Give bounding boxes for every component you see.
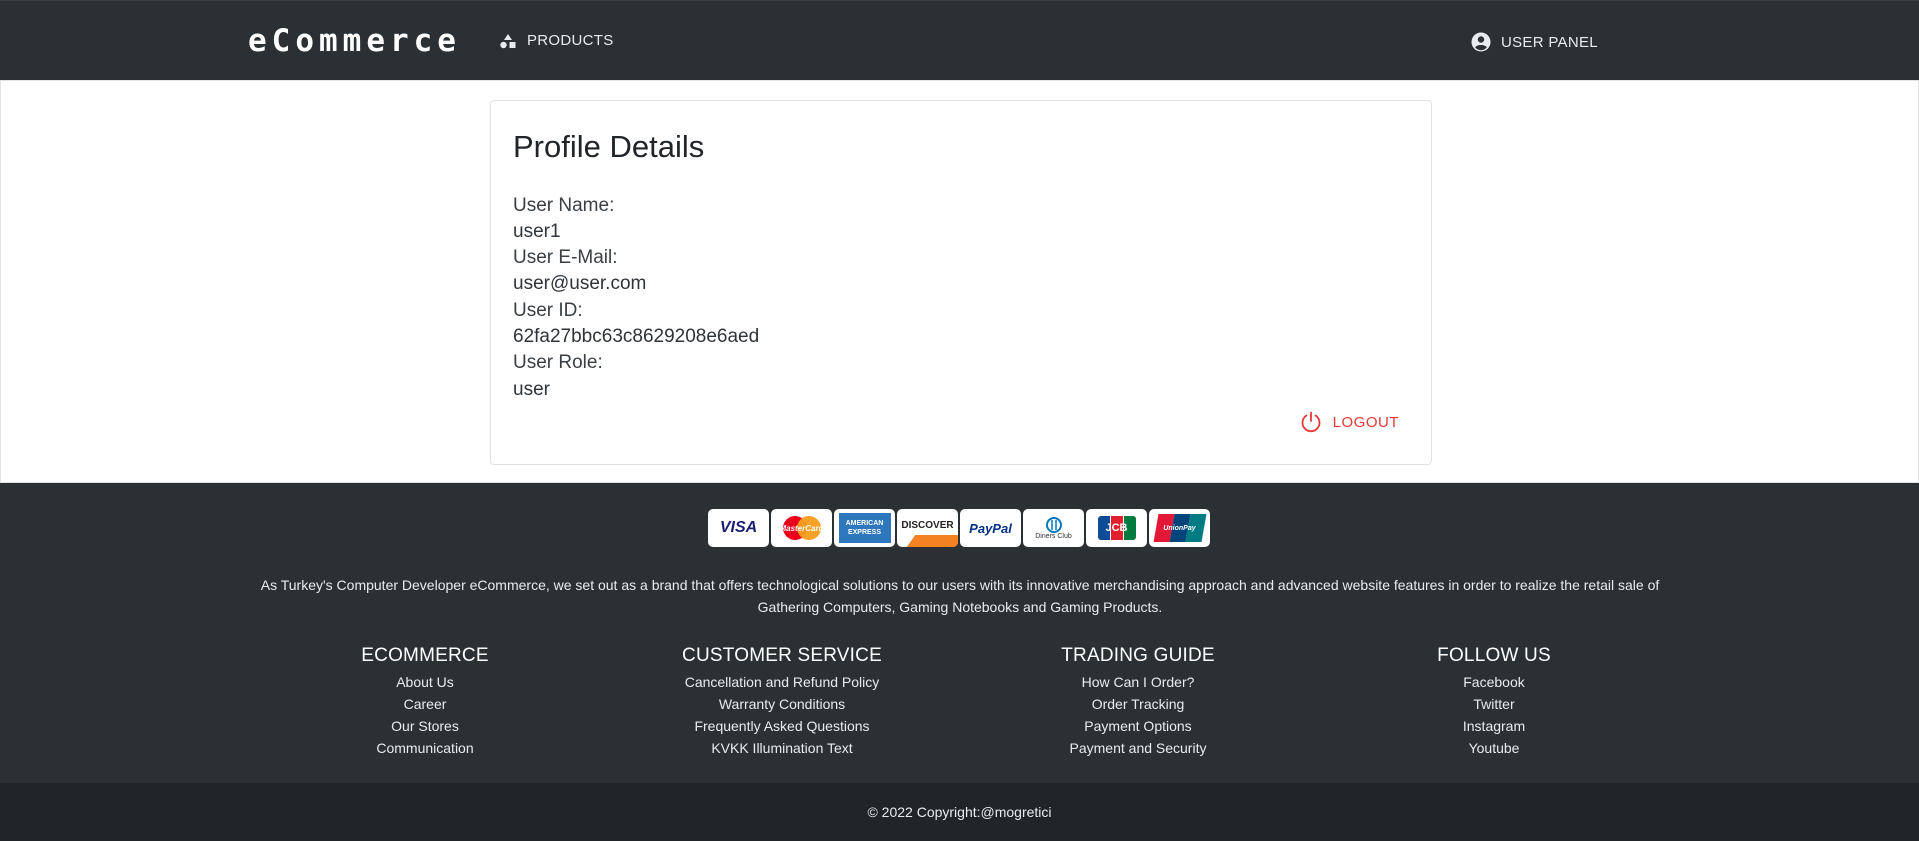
footer-link-instagram[interactable]: Instagram (1364, 715, 1624, 737)
footer-link-faq[interactable]: Frequently Asked Questions (652, 715, 912, 737)
footer-link-facebook[interactable]: Facebook (1364, 671, 1624, 693)
copyright-text: © 2022 Copyright:@mogretici (867, 804, 1052, 820)
footer-link-how-to-order[interactable]: How Can I Order? (1008, 671, 1268, 693)
unionpay-icon: UnionPay (1149, 509, 1210, 547)
shapes-icon (500, 33, 516, 48)
discover-icon: DISCOVER (897, 509, 958, 547)
role-label: User Role: (513, 352, 603, 373)
user-id-value: 62fa27bbc63c8629208e6aed (513, 326, 760, 347)
nav-products-link[interactable]: PRODUCTS (499, 32, 614, 49)
email-label: User E-Mail: (513, 247, 618, 268)
amex-icon: AMERICAN EXPRESS (834, 509, 895, 547)
footer-link-kvkk[interactable]: KVKK Illumination Text (652, 737, 912, 759)
username-label: User Name: (513, 195, 615, 216)
copyright-bar: © 2022 Copyright:@mogretici (0, 783, 1919, 841)
footer-link-career[interactable]: Career (295, 693, 555, 715)
footer-col-title: FOLLOW US (1437, 645, 1551, 666)
footer-col-ecommerce: ECOMMERCE About Us Career Our Stores Com… (295, 645, 555, 759)
account-circle-icon (1471, 32, 1491, 52)
page-title: Profile Details (513, 129, 705, 164)
power-icon (1301, 411, 1321, 433)
nav-user-panel-link[interactable]: USER PANEL (1471, 32, 1598, 52)
footer-col-customer-service: CUSTOMER SERVICE Cancellation and Refund… (652, 645, 912, 759)
footer: VISA MasterCard AMERICAN EXPRESS DISCOVE… (0, 483, 1919, 783)
footer-col-follow-us: FOLLOW US Facebook Twitter Instagram You… (1364, 645, 1624, 759)
role-value: user (513, 379, 550, 400)
footer-link-warranty[interactable]: Warranty Conditions (652, 693, 912, 715)
brand-logo[interactable]: eCommerce (248, 23, 461, 59)
nav-products-label: PRODUCTS (527, 32, 614, 49)
username-value: user1 (513, 221, 561, 242)
mastercard-icon: MasterCard (771, 509, 832, 547)
jcb-icon: JCB (1086, 509, 1147, 547)
diners-club-icon: Diners Club (1023, 509, 1084, 547)
footer-col-trading-guide: TRADING GUIDE How Can I Order? Order Tra… (1008, 645, 1268, 759)
footer-link-order-tracking[interactable]: Order Tracking (1008, 693, 1268, 715)
footer-link-about-us[interactable]: About Us (295, 671, 555, 693)
email-value: user@user.com (513, 273, 647, 294)
nav-user-panel-label: USER PANEL (1501, 33, 1598, 51)
footer-link-payment-security[interactable]: Payment and Security (1008, 737, 1268, 759)
footer-link-our-stores[interactable]: Our Stores (295, 715, 555, 737)
footer-link-cancellation[interactable]: Cancellation and Refund Policy (652, 671, 912, 693)
about-text: As Turkey's Computer Developer eCommerce… (260, 577, 1660, 615)
navbar: eCommerce PRODUCTS USER PANEL (0, 0, 1919, 80)
footer-col-title: CUSTOMER SERVICE (682, 645, 882, 666)
paypal-icon: PayPal (960, 509, 1021, 547)
user-id-label: User ID: (513, 300, 583, 321)
payment-methods: VISA MasterCard AMERICAN EXPRESS DISCOVE… (708, 509, 1210, 547)
logout-label: LOGOUT (1332, 413, 1399, 431)
footer-link-communication[interactable]: Communication (295, 737, 555, 759)
main-content: Profile Details User Name: user1 User E-… (0, 80, 1919, 483)
footer-link-youtube[interactable]: Youtube (1364, 737, 1624, 759)
footer-link-payment-options[interactable]: Payment Options (1008, 715, 1268, 737)
footer-col-title: ECOMMERCE (361, 645, 489, 666)
visa-icon: VISA (708, 509, 769, 547)
logout-button[interactable]: LOGOUT (1299, 410, 1399, 434)
profile-card: Profile Details User Name: user1 User E-… (490, 100, 1432, 465)
footer-col-title: TRADING GUIDE (1061, 645, 1215, 666)
footer-link-twitter[interactable]: Twitter (1364, 693, 1624, 715)
